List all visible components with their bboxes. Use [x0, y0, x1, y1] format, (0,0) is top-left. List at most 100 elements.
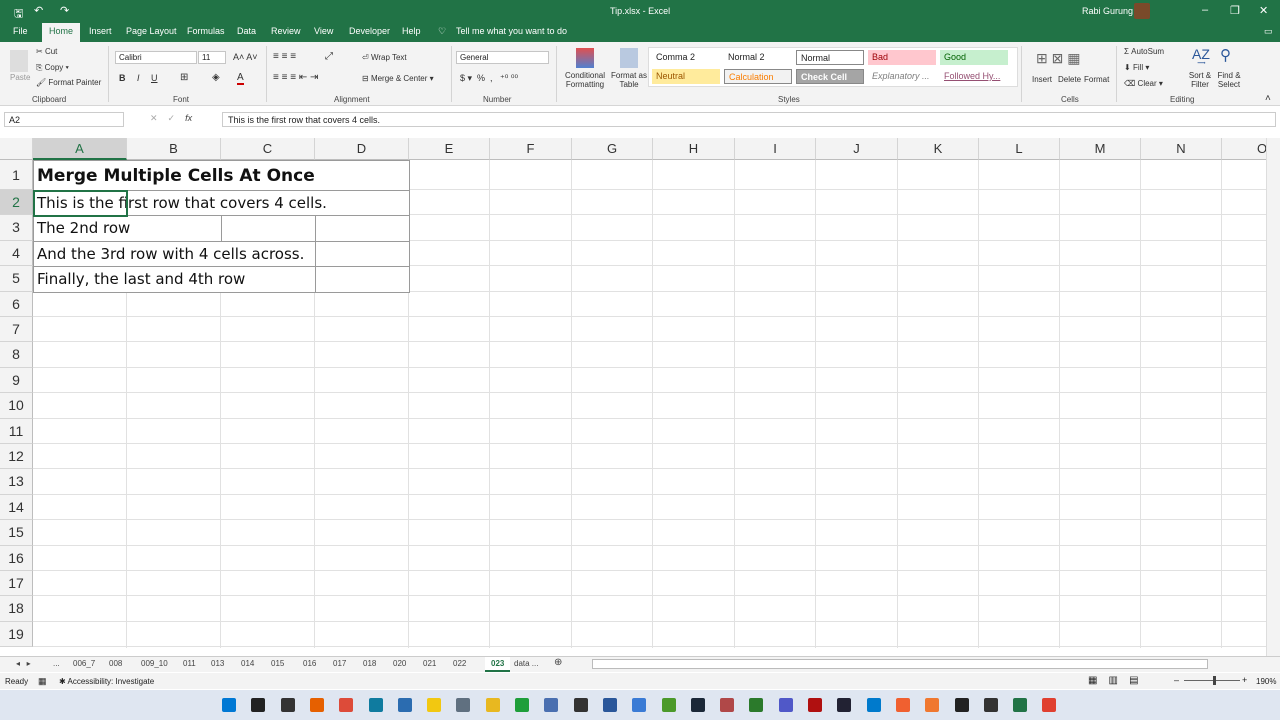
column-header-O[interactable]: O — [1222, 138, 1266, 160]
scroll-tabs-left[interactable]: ◂ ▸ — [16, 659, 31, 668]
zoom-level[interactable]: 190% — [1256, 677, 1276, 686]
tab-page-layout[interactable]: Page Layout — [126, 26, 177, 36]
redo-icon[interactable]: ↷ — [60, 4, 69, 17]
app-taskbar-icon[interactable] — [632, 698, 647, 712]
tab-review[interactable]: Review — [271, 26, 301, 36]
cell-style-followed-hy-[interactable]: Followed Hy... — [940, 69, 1008, 84]
chrome-taskbar-icon[interactable] — [339, 698, 354, 712]
font-name-select[interactable]: Calibri — [115, 51, 197, 64]
comments-icon[interactable]: ▭ — [1264, 26, 1273, 37]
row-header-14[interactable]: 14 — [0, 494, 33, 521]
column-header-E[interactable]: E — [409, 138, 490, 160]
tab-file[interactable]: File — [13, 26, 28, 36]
cell-style-normal[interactable]: Normal — [796, 50, 864, 65]
app-taskbar-icon[interactable] — [544, 698, 559, 712]
app-taskbar-icon[interactable] — [485, 698, 500, 712]
row-header-15[interactable]: 15 — [0, 520, 33, 546]
calculator-taskbar-icon[interactable] — [456, 698, 471, 712]
collapse-ribbon-icon[interactable]: ˄ — [1265, 93, 1271, 104]
column-header-L[interactable]: L — [979, 138, 1060, 160]
calendar-taskbar-icon[interactable] — [397, 698, 412, 712]
macro-icon[interactable]: ▦ — [38, 676, 47, 687]
sheet-tab-data-[interactable]: data ... — [514, 659, 538, 668]
user-name[interactable]: Rabi Gurung — [1082, 6, 1133, 16]
cell-style-explanatory-[interactable]: Explanatory ... — [868, 69, 936, 84]
tab-insert[interactable]: Insert — [89, 26, 112, 36]
sheet-tab-020[interactable]: 020 — [393, 659, 406, 668]
underline-button[interactable]: U — [151, 73, 158, 83]
cell-C3[interactable] — [221, 215, 316, 242]
sheet-tab-013[interactable]: 013 — [211, 659, 224, 668]
format-as-table-button[interactable]: Format as Table — [610, 71, 648, 89]
wrap-text-button[interactable]: ⏎ Wrap Text — [362, 53, 407, 62]
align-left-icon[interactable]: ≡ ≡ ≡ ⇤ ⇥ — [273, 72, 318, 83]
cell-D5[interactable] — [315, 266, 410, 293]
app-taskbar-icon[interactable] — [749, 698, 764, 712]
sheet-tab-021[interactable]: 021 — [423, 659, 436, 668]
filezilla-taskbar-icon[interactable] — [808, 698, 822, 712]
zoom-in-button[interactable]: + — [1242, 675, 1247, 685]
font-size-select[interactable]: 11 — [198, 51, 226, 64]
sheet-tab-017[interactable]: 017 — [333, 659, 346, 668]
file-explorer-taskbar-icon[interactable] — [427, 698, 442, 712]
column-header-C[interactable]: C — [221, 138, 315, 160]
cancel-icon[interactable]: ✕ ✓ fx — [150, 113, 192, 124]
sublime-taskbar-icon[interactable] — [573, 698, 588, 712]
zoom-out-button[interactable]: – — [1174, 675, 1179, 685]
row-header-10[interactable]: 10 — [0, 393, 33, 419]
sheet-tab-023[interactable]: 023 — [485, 657, 511, 672]
cell-style-good[interactable]: Good — [940, 50, 1008, 65]
format-painter-button[interactable]: 🖌 Format Painter — [36, 78, 101, 87]
tab-data[interactable]: Data — [237, 26, 256, 36]
task-view-taskbar-icon[interactable] — [280, 698, 295, 712]
accessibility-status[interactable]: ✱ Accessibility: Investigate — [59, 677, 154, 686]
bold-button[interactable]: B — [119, 73, 126, 83]
sheet-tab-011[interactable]: 011 — [183, 659, 196, 668]
fill-button[interactable]: ⬇ Fill ▾ — [1124, 63, 1149, 72]
sheet-tab--[interactable]: ... — [53, 659, 60, 668]
app-taskbar-icon[interactable] — [925, 698, 940, 712]
sheet-tab-018[interactable]: 018 — [363, 659, 376, 668]
column-header-N[interactable]: N — [1141, 138, 1222, 160]
cell-style-comma-2[interactable]: Comma 2 — [652, 50, 720, 65]
app-taskbar-icon[interactable] — [515, 698, 529, 712]
sheet-tab-014[interactable]: 014 — [241, 659, 254, 668]
sheet-tab-015[interactable]: 015 — [271, 659, 284, 668]
cell-style-normal-2[interactable]: Normal 2 — [724, 50, 792, 65]
excel-taskbar-icon[interactable] — [1013, 698, 1028, 712]
row-header-9[interactable]: 9 — [0, 367, 33, 394]
tab-home[interactable]: Home — [42, 23, 81, 42]
row-header-2[interactable]: 2 — [0, 190, 33, 216]
copy-button[interactable]: ⎘ Copy ▾ — [36, 63, 69, 73]
edge-beta-taskbar-icon[interactable] — [368, 698, 383, 712]
row-header-4[interactable]: 4 — [0, 240, 33, 267]
column-header-I[interactable]: I — [735, 138, 816, 160]
firefox-taskbar-icon[interactable] — [309, 698, 324, 712]
vs-taskbar-icon[interactable] — [602, 698, 617, 712]
clear-button[interactable]: ⌫ Clear ▾ — [1124, 79, 1163, 88]
davinci-taskbar-icon[interactable] — [837, 698, 852, 712]
vscode-taskbar-icon[interactable] — [866, 698, 881, 712]
sort-filter-button[interactable]: Sort & Filter — [1186, 71, 1214, 89]
close-icon[interactable]: ✕ — [1259, 4, 1268, 17]
column-header-M[interactable]: M — [1060, 138, 1141, 160]
format-button[interactable]: Format — [1084, 75, 1109, 84]
app-taskbar-icon[interactable] — [983, 698, 998, 712]
borders-icon[interactable]: ⊞ — [180, 72, 188, 83]
paste-button[interactable]: Paste — [10, 73, 30, 82]
select-all-corner[interactable] — [0, 138, 33, 160]
merge-center-button[interactable]: ⊟ Merge & Center ▾ — [362, 74, 434, 83]
tab-view[interactable]: View — [314, 26, 333, 36]
row-header-18[interactable]: 18 — [0, 596, 33, 622]
autosum-button[interactable]: Σ AutoSum — [1124, 47, 1164, 56]
formula-input[interactable]: This is the first row that covers 4 cell… — [222, 112, 1276, 127]
vertical-scrollbar[interactable] — [1266, 138, 1280, 656]
column-header-H[interactable]: H — [653, 138, 735, 160]
row-header-11[interactable]: 11 — [0, 418, 33, 444]
row-header-1[interactable]: 1 — [0, 160, 33, 190]
column-header-J[interactable]: J — [816, 138, 898, 160]
grow-font-icon[interactable]: A˄ A˅ — [233, 52, 258, 62]
cut-button[interactable]: ✂ Cut — [36, 47, 57, 56]
currency-icon[interactable]: $ ▾ % , ⁺⁰ ⁰⁰ — [460, 73, 518, 84]
add-sheet-button[interactable]: ⊕ — [554, 657, 562, 668]
